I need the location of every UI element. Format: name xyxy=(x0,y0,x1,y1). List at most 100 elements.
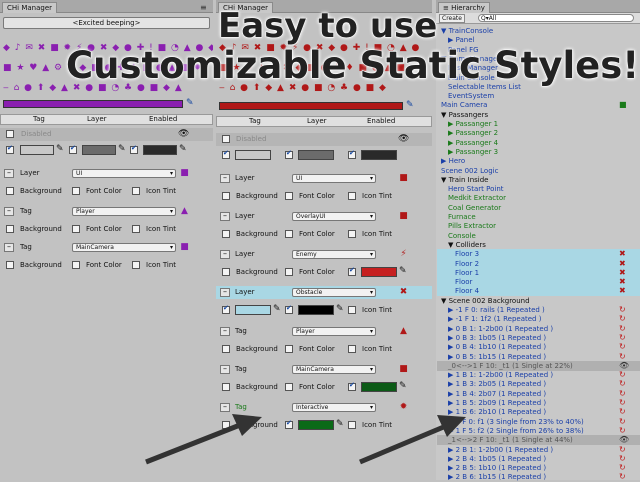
disabled-checkbox[interactable] xyxy=(6,130,14,138)
eyedropper-icon[interactable]: ✎ xyxy=(336,419,344,429)
rule-bg-checkbox[interactable] xyxy=(222,230,230,238)
eyedropper-icon[interactable]: ✎ xyxy=(179,144,187,154)
disabled-fc-swatch[interactable] xyxy=(298,150,334,160)
rule-it-checkbox[interactable] xyxy=(132,261,140,269)
rule-icon[interactable]: ■ xyxy=(399,365,408,374)
rule-fc-checkbox[interactable] xyxy=(72,225,80,233)
disabled-it-checkbox[interactable] xyxy=(130,146,138,154)
rule-bg-checkbox[interactable] xyxy=(222,268,230,276)
rule-fc-checkbox[interactable] xyxy=(285,421,293,429)
rule-fc-checkbox[interactable] xyxy=(285,306,293,314)
rule-icon[interactable]: ■ xyxy=(399,174,408,183)
rule-bg-checkbox[interactable] xyxy=(6,225,14,233)
hierarchy-item[interactable]: ▶ 2 B 6: 1b15 (1 Repeated ) xyxy=(437,472,640,482)
rule-value-dropdown[interactable]: OverlayUI xyxy=(292,212,376,221)
rule-value-dropdown[interactable]: Player xyxy=(292,327,376,336)
eyedropper-icon[interactable]: ✎ xyxy=(56,144,64,154)
remove-rule-button[interactable]: – xyxy=(4,169,14,178)
excited-beeping-button[interactable]: <Excited beeping> xyxy=(3,17,210,29)
rule-value-dropdown[interactable]: MainCamera xyxy=(292,365,376,374)
disabled-bg-swatch[interactable] xyxy=(235,150,271,160)
rule-fc-checkbox[interactable] xyxy=(285,383,293,391)
disabled-bg-checkbox[interactable] xyxy=(222,151,230,159)
eyedropper-icon[interactable]: ✎ xyxy=(336,304,344,314)
rule-value-dropdown[interactable]: UI xyxy=(72,169,176,178)
left-menu-icon[interactable]: ≡ xyxy=(200,3,207,12)
eyedropper-icon[interactable]: ✎ xyxy=(406,100,414,110)
eyedropper-icon[interactable]: ✎ xyxy=(399,381,407,391)
remove-rule-button[interactable]: – xyxy=(4,243,14,252)
rule-fc-checkbox[interactable] xyxy=(72,187,80,195)
disabled-it-swatch[interactable] xyxy=(143,145,177,155)
rule-value-dropdown[interactable]: Enemy xyxy=(292,250,376,259)
remove-rule-button[interactable]: – xyxy=(220,250,230,259)
remove-rule-button[interactable]: – xyxy=(4,207,14,216)
remove-rule-button[interactable]: – xyxy=(220,403,230,412)
rule-fc-checkbox[interactable] xyxy=(285,268,293,276)
rule-fc-checkbox[interactable] xyxy=(285,192,293,200)
hierarchy-tab[interactable]: ≡ Hierarchy xyxy=(438,2,490,13)
disabled-fc-swatch[interactable] xyxy=(82,145,116,155)
rule-bg-checkbox[interactable] xyxy=(6,261,14,269)
create-button[interactable]: Create xyxy=(439,14,465,23)
rule-icon[interactable]: ■ xyxy=(399,212,408,221)
rule-icon[interactable]: ■ xyxy=(180,243,189,252)
disabled-it-checkbox[interactable] xyxy=(348,151,356,159)
disabled-it-swatch[interactable] xyxy=(361,150,397,160)
remove-rule-button[interactable]: – xyxy=(220,288,230,297)
rule-fc-checkbox[interactable] xyxy=(285,230,293,238)
rule-icon[interactable]: ⚡ xyxy=(399,250,408,259)
eyedropper-icon[interactable]: ✎ xyxy=(273,304,281,314)
disabled-checkbox[interactable] xyxy=(222,135,230,143)
remove-rule-button[interactable]: – xyxy=(220,174,230,183)
rule-it-checkbox[interactable] xyxy=(348,345,356,353)
search-field[interactable]: Q▾All xyxy=(478,14,634,22)
rule-it-checkbox[interactable] xyxy=(348,383,356,391)
rule-bg-swatch[interactable] xyxy=(235,305,271,315)
rule-fc-swatch[interactable] xyxy=(298,420,334,430)
rule-it-checkbox[interactable] xyxy=(132,225,140,233)
rule-it-swatch[interactable] xyxy=(361,267,397,277)
disabled-bg-checkbox[interactable] xyxy=(6,146,14,154)
rule-value-dropdown[interactable]: MainCamera xyxy=(72,243,176,252)
rule-value-dropdown[interactable]: Obstacle xyxy=(292,288,376,297)
remove-rule-button[interactable]: – xyxy=(220,327,230,336)
rule-it-checkbox[interactable] xyxy=(348,192,356,200)
eyedropper-icon[interactable]: ✎ xyxy=(118,144,126,154)
rule-bg-checkbox[interactable] xyxy=(222,383,230,391)
rule-icon[interactable]: ✖ xyxy=(399,288,408,297)
eyedropper-icon[interactable]: ✎ xyxy=(399,266,407,276)
mid-color-bar[interactable] xyxy=(219,102,403,110)
rule-value-dropdown[interactable]: Player xyxy=(72,207,176,216)
left-tab[interactable]: CHi Manager xyxy=(2,2,58,13)
rule-icon[interactable]: ▲ xyxy=(180,207,189,216)
remove-rule-button[interactable]: – xyxy=(220,365,230,374)
rule-it-checkbox[interactable] xyxy=(348,230,356,238)
rule-value-dropdown[interactable]: Interactive xyxy=(292,403,376,412)
disabled-fc-checkbox[interactable] xyxy=(285,151,293,159)
rule-fc-checkbox[interactable] xyxy=(285,345,293,353)
rule-fc-checkbox[interactable] xyxy=(72,261,80,269)
eye-icon[interactable]: 👁 xyxy=(178,128,189,141)
rule-bg-checkbox[interactable] xyxy=(222,345,230,353)
remove-rule-button[interactable]: – xyxy=(220,212,230,221)
hierarchy-row-icon[interactable]: ↻ xyxy=(619,472,626,482)
rule-it-checkbox[interactable] xyxy=(132,187,140,195)
rule-icon[interactable]: ■ xyxy=(180,169,189,178)
disabled-fc-checkbox[interactable] xyxy=(69,146,77,154)
rule-icon[interactable]: ✹ xyxy=(399,403,408,412)
rule-icon[interactable]: ▲ xyxy=(399,327,408,336)
eyedropper-icon[interactable]: ✎ xyxy=(186,98,194,108)
rule-bg-checkbox[interactable] xyxy=(222,306,230,314)
rule-it-checkbox[interactable] xyxy=(348,421,356,429)
disabled-bg-swatch[interactable] xyxy=(20,145,54,155)
rule-fc-swatch[interactable] xyxy=(298,305,334,315)
left-color-bar[interactable] xyxy=(3,100,183,108)
rule-it-checkbox[interactable] xyxy=(348,306,356,314)
rule-value-dropdown[interactable]: UI xyxy=(292,174,376,183)
rule-bg-checkbox[interactable] xyxy=(222,192,230,200)
eye-icon[interactable]: 👁 xyxy=(398,133,409,146)
rule-bg-checkbox[interactable] xyxy=(222,421,230,429)
rule-bg-checkbox[interactable] xyxy=(6,187,14,195)
rule-it-checkbox[interactable] xyxy=(348,268,356,276)
